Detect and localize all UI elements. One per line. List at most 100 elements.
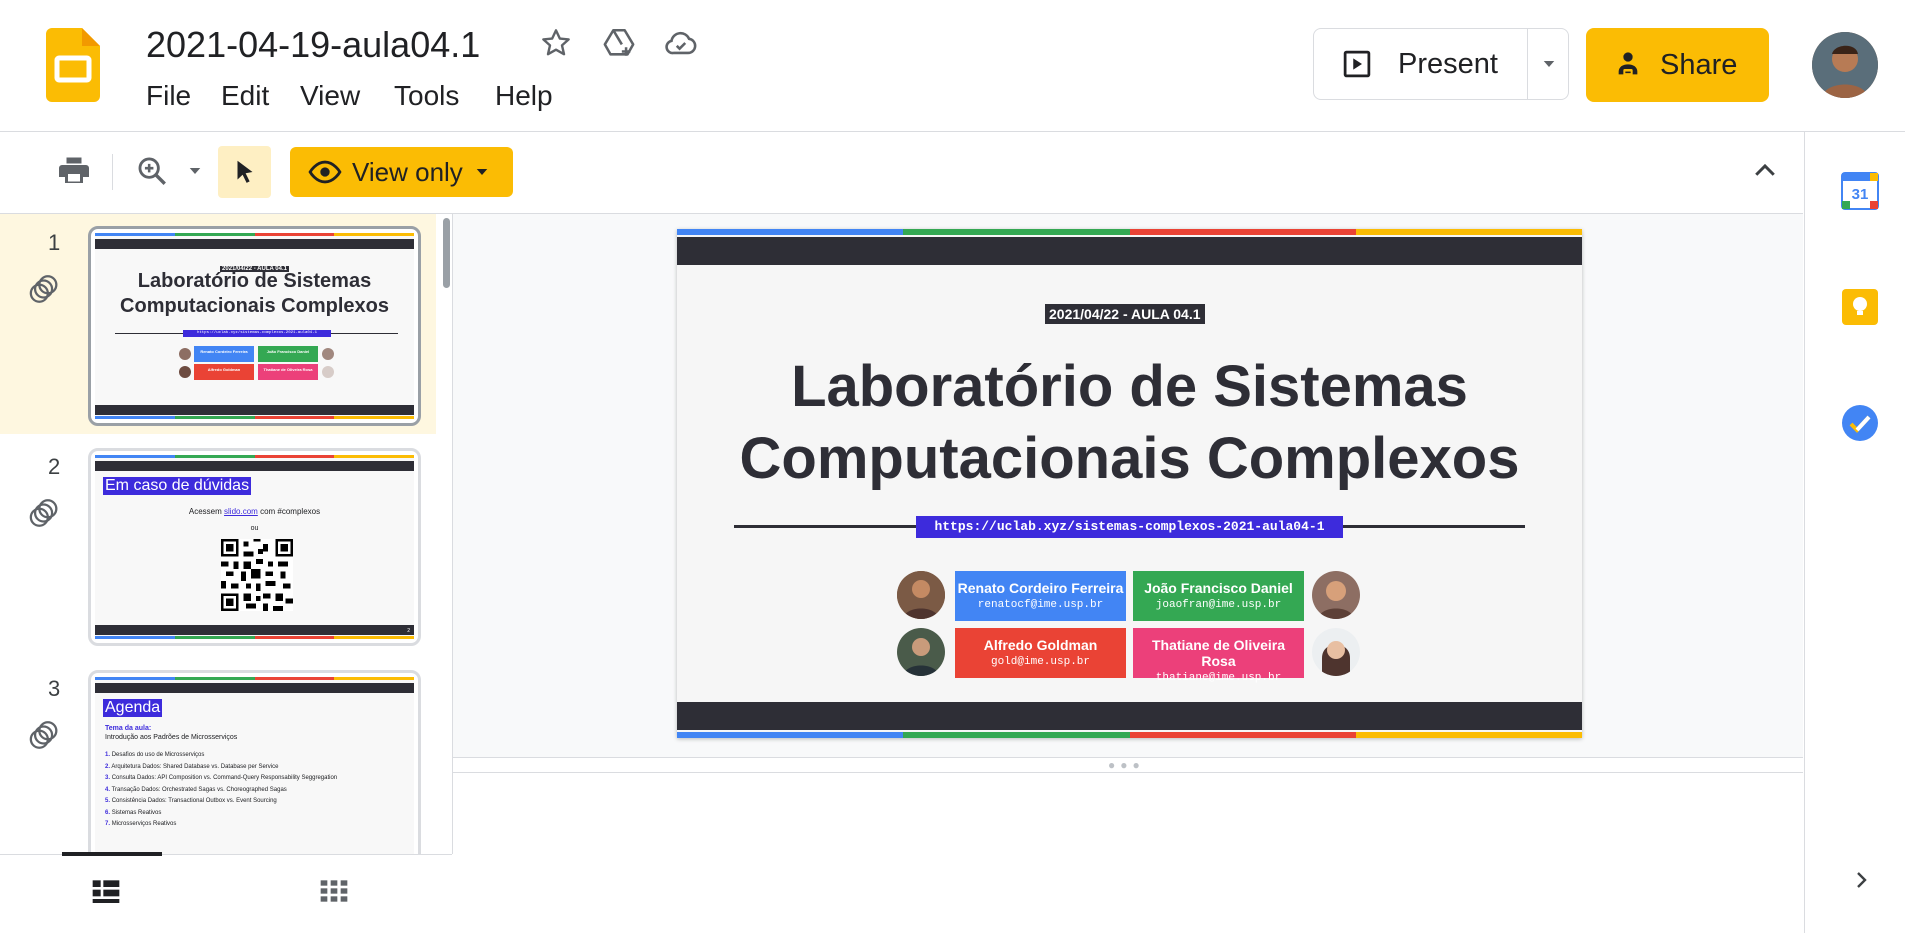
zoom-dropdown-icon[interactable] bbox=[182, 147, 208, 195]
speaker-notes-border bbox=[453, 772, 1803, 773]
resize-handle-icon[interactable]: ●●● bbox=[1108, 758, 1145, 772]
slide-date-tag: 2021/04/22 - AULA 04.1 bbox=[1045, 304, 1205, 324]
view-only-label: View only bbox=[352, 156, 463, 187]
author-card-renato: Renato Cordeiro Ferreira renatocf@ime.us… bbox=[955, 571, 1126, 621]
thumb-agenda-list: 1. Desafios do uso de Microsserviços 2. … bbox=[105, 752, 338, 827]
slide-thumbnail-3[interactable]: Agenda Tema da aula: Introdução aos Padr… bbox=[88, 670, 421, 854]
keep-icon[interactable] bbox=[1841, 288, 1879, 331]
document-title[interactable]: 2021-04-19-aula04.1 bbox=[146, 24, 480, 66]
thumb-author-3: Alfredo Goldman bbox=[194, 364, 254, 380]
filmstrip-scrollbar[interactable] bbox=[443, 218, 450, 288]
side-panel: 31 bbox=[1804, 132, 1905, 933]
thumb-photo bbox=[179, 348, 191, 360]
thumb-heading: Em caso de dúvidas bbox=[103, 477, 252, 495]
author-card-alfredo: Alfredo Goldman gold@ime.usp.br bbox=[955, 628, 1126, 678]
tasks-icon[interactable] bbox=[1841, 404, 1879, 447]
calendar-icon[interactable]: 31 bbox=[1841, 172, 1879, 215]
thumb-title-line2: Computacionais Complexos bbox=[120, 295, 389, 317]
qr-code-image bbox=[221, 539, 293, 616]
cloud-done-icon[interactable] bbox=[662, 24, 700, 62]
svg-text:31: 31 bbox=[1852, 186, 1869, 203]
thumb-author-4: Thatiane de Oliveira Rosa bbox=[258, 364, 318, 380]
slide-title: Laboratório de Sistemas Computacionais C… bbox=[677, 351, 1582, 495]
filmstrip-view-icon[interactable] bbox=[90, 875, 122, 912]
slide-transition-icon bbox=[28, 718, 62, 757]
share-button[interactable]: Share bbox=[1586, 28, 1769, 102]
thumb-bottom-bar bbox=[95, 405, 414, 415]
present-button[interactable]: Present bbox=[1314, 29, 1527, 99]
author-name: João Francisco Daniel bbox=[1144, 580, 1293, 596]
menu-edit[interactable]: Edit bbox=[221, 80, 269, 112]
color-strip-top bbox=[95, 677, 414, 680]
color-strip-bottom bbox=[95, 636, 414, 639]
share-label: Share bbox=[1660, 48, 1738, 81]
thumb-top-bar bbox=[95, 239, 414, 249]
author-photo-renato bbox=[897, 571, 945, 619]
select-icon[interactable] bbox=[218, 146, 271, 198]
thumb-top-bar bbox=[95, 461, 414, 471]
thumb-photo bbox=[179, 366, 191, 378]
print-icon[interactable] bbox=[50, 147, 98, 195]
slide-url-link[interactable]: https://uclab.xyz/sistemas-complexos-202… bbox=[916, 516, 1343, 538]
slide-top-bar bbox=[677, 237, 1582, 265]
chevron-down-icon bbox=[1543, 61, 1554, 67]
thumb-top-bar bbox=[95, 683, 414, 693]
star-icon[interactable] bbox=[537, 24, 575, 62]
author-card-joao: João Francisco Daniel joaofran@ime.usp.b… bbox=[1133, 571, 1304, 621]
author-name: Thatiane de Oliveira Rosa bbox=[1151, 637, 1286, 669]
slide-color-strip-top bbox=[677, 229, 1582, 235]
thumb-title: Laboratório de Sistemas Computacionais C… bbox=[95, 269, 414, 319]
slide-thumbnail-1[interactable]: 2021/04/22 - AULA 04.1 Laboratório de Si… bbox=[88, 226, 421, 426]
thumb-line: Acessem slido.com com #complexos bbox=[188, 507, 321, 516]
thumb-page-number: 2 bbox=[407, 628, 410, 634]
slide-transition-icon bbox=[28, 272, 62, 311]
slide-color-strip-bottom bbox=[677, 732, 1582, 738]
share-lock-icon bbox=[1612, 49, 1644, 81]
slide-number: 3 bbox=[48, 676, 61, 701]
user-avatar[interactable] bbox=[1812, 32, 1878, 98]
filmstrip: 1 2021/04/22 - AULA 04.1 Laboratório de … bbox=[0, 214, 453, 854]
slide-title-line2: Computacionais Complexos bbox=[739, 426, 1520, 491]
thumb-heading: Agenda bbox=[103, 699, 163, 717]
filmstrip-item-3[interactable]: 3 Agenda Tema da aula: Introdução aos Pa… bbox=[0, 658, 436, 854]
present-dropdown-button[interactable] bbox=[1528, 29, 1569, 99]
thumb-bottom-bar bbox=[95, 625, 414, 635]
slide-number: 1 bbox=[48, 230, 61, 255]
collapse-icon[interactable] bbox=[1748, 147, 1782, 195]
menu-view[interactable]: View bbox=[300, 80, 360, 112]
chevron-down-icon bbox=[473, 163, 491, 181]
slide-title-line1: Laboratório de Sistemas bbox=[791, 354, 1468, 419]
filmstrip-item-1[interactable]: 1 2021/04/22 - AULA 04.1 Laboratório de … bbox=[0, 214, 436, 434]
thumb-photo bbox=[322, 366, 334, 378]
present-button-group: Present bbox=[1313, 28, 1569, 100]
color-strip-top bbox=[95, 233, 414, 236]
thumbnail-canvas: Em caso de dúvidas Acessem slido.com com… bbox=[95, 455, 414, 639]
author-email: joaofran@ime.usp.br bbox=[1155, 599, 1282, 611]
drive-icon[interactable] bbox=[600, 24, 638, 62]
author-photo-joao bbox=[1312, 571, 1360, 619]
author-card-thatiane: Thatiane de Oliveira Rosa thatiane@ime.u… bbox=[1133, 628, 1304, 684]
grid-view-icon[interactable] bbox=[318, 875, 350, 912]
slide-number: 2 bbox=[48, 454, 61, 479]
filmstrip-item-2[interactable]: 2 Em caso de dúvidas Acessem slido.com c… bbox=[0, 436, 436, 656]
thumb-author-2: João Francisco Daniel bbox=[258, 346, 318, 362]
thumbnail-canvas: Agenda Tema da aula: Introdução aos Padr… bbox=[95, 677, 414, 854]
expand-panel-icon[interactable] bbox=[1849, 868, 1873, 897]
author-email: thatiane@ime.usp.br bbox=[1155, 672, 1282, 684]
menu-file[interactable]: File bbox=[146, 80, 191, 112]
author-photo-alfredo bbox=[897, 628, 945, 676]
app-header: 2021-04-19-aula04.1 File Edit View Tools… bbox=[0, 0, 1905, 132]
thumb-subhead: Tema da aula: bbox=[105, 725, 152, 732]
zoom-icon[interactable] bbox=[130, 147, 174, 195]
toolbar-divider bbox=[112, 154, 113, 190]
author-photo-thatiane bbox=[1312, 628, 1360, 676]
menu-help[interactable]: Help bbox=[495, 80, 553, 112]
slides-logo-icon[interactable] bbox=[46, 28, 100, 102]
slide-thumbnail-2[interactable]: Em caso de dúvidas Acessem slido.com com… bbox=[88, 448, 421, 646]
view-only-button[interactable]: View only bbox=[290, 147, 513, 197]
thumb-author-1: Renato Cordeiro Ferreira bbox=[194, 346, 254, 362]
menu-tools[interactable]: Tools bbox=[394, 80, 459, 112]
author-email: renatocf@ime.usp.br bbox=[977, 599, 1104, 611]
thumb-photo bbox=[322, 348, 334, 360]
current-slide[interactable]: 2021/04/22 - AULA 04.1 Laboratório de Si… bbox=[677, 229, 1582, 738]
